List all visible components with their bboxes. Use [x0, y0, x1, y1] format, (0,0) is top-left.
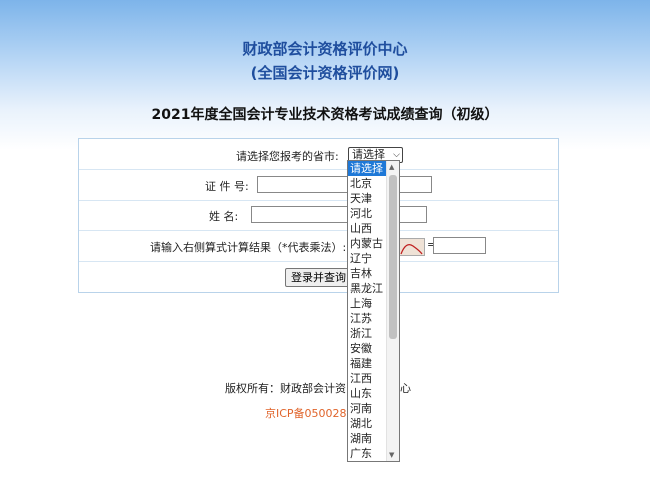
province-dropdown-list[interactable]: 请选择 北京 天津 河北 山西 内蒙古 辽宁 吉林 黑龙江 上海 江苏 浙江 安徽 福建 江西 山东 河南 湖北湖… — [347, 160, 400, 462]
captcha-image — [397, 238, 425, 256]
copyright-tail: 心 — [400, 382, 411, 395]
copyright-visible: 版权所有：财政部会计资 — [225, 382, 346, 395]
page-title: 2021年度全国会计专业技术资格考试成绩查询（初级） — [151, 107, 499, 123]
site-name: (全国会计资格评价网) — [250, 64, 400, 82]
icp-link[interactable]: 京ICP备050028 — [265, 405, 347, 421]
name-row: 姓 名: — [79, 200, 558, 231]
id-label: 证 件 号: — [205, 180, 249, 193]
scroll-down-arrow-icon[interactable]: ▼ — [389, 451, 394, 459]
scroll-up-arrow-icon[interactable]: ▲ — [389, 163, 394, 171]
dropdown-scroll-thumb[interactable] — [389, 175, 397, 339]
captcha-label: 请输入右侧算式计算结果（*代表乘法）: — [150, 241, 347, 254]
id-row: 证 件 号: — [79, 169, 558, 201]
id-number-input[interactable] — [257, 176, 432, 193]
query-form: 请选择您报考的省市: 请选择 ⌵ 证 件 号: 姓 名: 请输入右侧算式计算结果… — [78, 138, 559, 293]
captcha-answer-input[interactable] — [433, 237, 486, 254]
captcha-row: 请输入右侧算式计算结果（*代表乘法）: = — [79, 230, 558, 262]
province-row: 请选择您报考的省市: 请选择 ⌵ — [79, 139, 558, 170]
login-query-button[interactable]: 登录并查询 — [285, 268, 352, 287]
dropdown-scrollbar[interactable]: ▲ ▼ — [386, 161, 399, 461]
name-label: 姓 名: — [209, 210, 239, 223]
name-input[interactable] — [251, 206, 427, 223]
province-label: 请选择您报考的省市: — [236, 150, 339, 163]
captcha-curve-icon — [400, 243, 423, 255]
org-name: 财政部会计资格评价中心 — [242, 40, 408, 58]
submit-row: 登录并查询 — [79, 261, 558, 292]
